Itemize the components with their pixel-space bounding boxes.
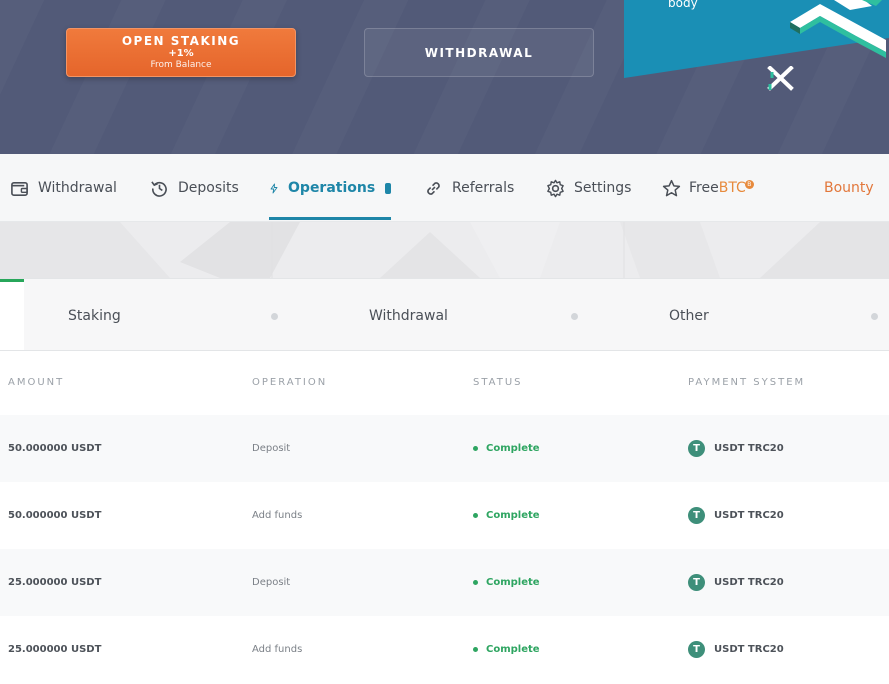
nav-item-label: Bounty: [824, 180, 874, 196]
row-operation: Deposit: [252, 443, 291, 454]
row-payment-system: T USDT TRC20: [688, 415, 784, 482]
row-amount: 50.000000 USDT: [8, 510, 102, 521]
row-payment-system: T USDT TRC20: [688, 549, 784, 616]
bolt-icon: [270, 183, 278, 193]
row-operation: Add funds: [252, 510, 303, 521]
status-dot-icon: [473, 446, 478, 451]
operations-table-header: AMOUNT OPERATION STATUS PAYMENT SYSTEM: [0, 351, 889, 415]
row-status: Complete: [473, 549, 540, 616]
table-row: 50.000000 USDT Add funds Complete T USDT …: [0, 482, 889, 549]
band-pattern: [0, 222, 889, 278]
withdrawal-button-label: WITHDRAWAL: [424, 45, 534, 60]
nav-item-deposits[interactable]: Deposits: [150, 154, 239, 222]
row-amount: 25.000000 USDT: [8, 644, 102, 655]
subtab-label: Staking: [68, 307, 121, 324]
nav-item-label: Referrals: [452, 180, 515, 196]
subtab-other[interactable]: Other: [669, 279, 709, 350]
row-payment-text: USDT TRC20: [714, 510, 784, 521]
nav-item-freebtc[interactable]: FreeBTCB: [662, 154, 754, 222]
column-header-status: STATUS: [473, 377, 523, 388]
row-status: Complete: [473, 616, 540, 683]
row-payment-system: T USDT TRC20: [688, 482, 784, 549]
row-payment-system: T USDT TRC20: [688, 616, 784, 683]
table-row: 50.000000 USDT Deposit Complete T USDT TR…: [0, 415, 889, 482]
freebtc-label-accent: BTC: [718, 180, 746, 196]
table-row: 25.000000 USDT Deposit Complete T USDT TR…: [0, 549, 889, 616]
column-header-amount: AMOUNT: [8, 377, 65, 388]
promo-text: body: [668, 0, 698, 10]
subtab-withdrawal[interactable]: Withdrawal: [369, 279, 448, 350]
subtab-active-indicator: [0, 279, 24, 350]
row-amount: 50.000000 USDT: [8, 443, 102, 454]
decorative-band: [0, 222, 889, 278]
tether-icon: T: [688, 574, 705, 591]
main-nav: Withdrawal Deposits Operations Referrals…: [0, 154, 889, 222]
hero-banner: OPEN STAKING +1% From Balance WITHDRAWAL…: [0, 0, 889, 154]
nav-item-operations[interactable]: Operations: [269, 154, 391, 222]
row-status-text: Complete: [486, 644, 540, 655]
withdrawal-button[interactable]: WITHDRAWAL: [364, 28, 594, 77]
tether-icon: T: [688, 641, 705, 658]
subtab-separator: [571, 313, 578, 320]
nav-item-label: Operations: [288, 180, 376, 196]
nav-item-bounty[interactable]: Bounty: [824, 154, 874, 222]
tether-icon: T: [688, 507, 705, 524]
row-status: Complete: [473, 482, 540, 549]
freebtc-label: FreeBTCB: [689, 180, 754, 196]
row-status-text: Complete: [486, 577, 540, 588]
row-operation: Deposit: [252, 577, 291, 588]
column-header-payment-system: PAYMENT SYSTEM: [688, 377, 806, 388]
nav-item-settings[interactable]: Settings: [546, 154, 631, 222]
row-payment-text: USDT TRC20: [714, 577, 784, 588]
row-amount: 25.000000 USDT: [8, 577, 102, 588]
status-dot-icon: [473, 647, 478, 652]
link-icon: [427, 181, 440, 195]
open-staking-subtitle: From Balance: [150, 59, 212, 70]
subtab-separator: [271, 313, 278, 320]
nav-item-label: Settings: [574, 180, 632, 196]
promo-graphic: [624, 0, 889, 78]
nav-item-label: Deposits: [178, 180, 239, 196]
gear-icon: [547, 179, 564, 197]
nav-item-referrals[interactable]: Referrals: [424, 154, 514, 222]
status-dot-icon: [473, 513, 478, 518]
operations-badge: [385, 182, 391, 194]
open-staking-bonus: +1%: [168, 47, 194, 59]
bitcoin-badge-icon: B: [744, 180, 754, 189]
promo-banner[interactable]: body: [624, 0, 889, 91]
tether-icon: T: [688, 440, 705, 457]
operations-subtabs: Staking Withdrawal Other: [0, 278, 889, 351]
row-status: Complete: [473, 415, 540, 482]
wallet-icon: [11, 181, 28, 196]
column-header-operation: OPERATION: [252, 377, 328, 388]
nav-item-label: Withdrawal: [38, 180, 117, 196]
table-row: 25.000000 USDT Add funds Complete T USDT …: [0, 616, 889, 683]
history-icon: [151, 180, 167, 197]
row-status-text: Complete: [486, 510, 540, 521]
subtab-label: Withdrawal: [369, 307, 448, 324]
subtab-separator: [871, 313, 878, 320]
subtab-label: Other: [669, 307, 709, 324]
row-payment-text: USDT TRC20: [714, 443, 784, 454]
status-dot-icon: [473, 580, 478, 585]
open-staking-title: OPEN STAKING: [121, 33, 241, 48]
star-icon: [662, 179, 681, 196]
row-status-text: Complete: [486, 443, 540, 454]
open-staking-button[interactable]: OPEN STAKING +1% From Balance: [66, 28, 296, 77]
nav-item-withdrawal[interactable]: Withdrawal: [10, 154, 117, 222]
subtab-staking[interactable]: Staking: [68, 279, 121, 350]
close-icon[interactable]: [767, 66, 797, 92]
row-operation: Add funds: [252, 644, 303, 655]
row-payment-text: USDT TRC20: [714, 644, 784, 655]
freebtc-label-main: Free: [689, 180, 719, 196]
